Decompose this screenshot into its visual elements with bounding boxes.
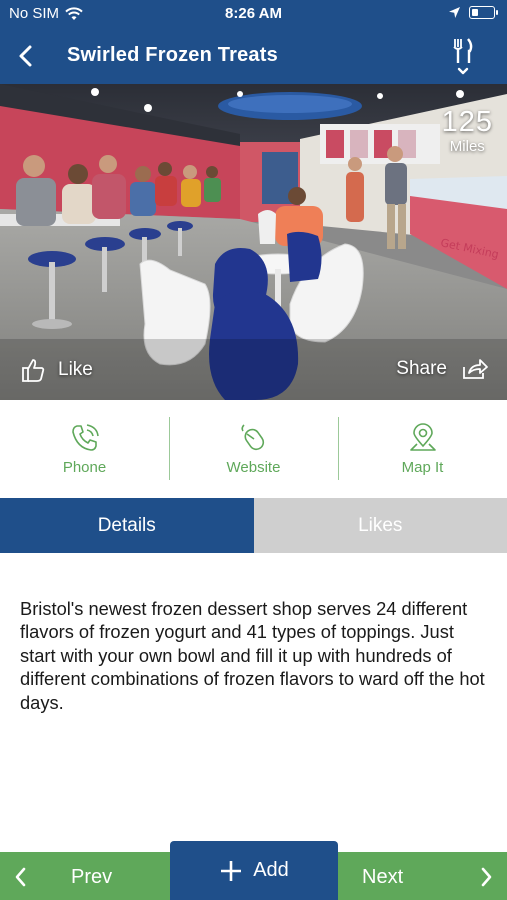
prev-label: Prev <box>71 866 113 888</box>
tab-details[interactable]: Details <box>0 498 254 553</box>
mouse-icon <box>240 424 264 451</box>
phone-icon <box>71 424 99 451</box>
distance-value: 125 <box>441 106 493 138</box>
battery-icon <box>469 6 498 19</box>
chevron-left-icon <box>15 867 26 887</box>
plus-icon <box>221 860 242 881</box>
fork-knife-icon <box>453 38 473 75</box>
share-arrow-icon <box>463 359 488 379</box>
phone-button[interactable]: Phone <box>0 400 169 498</box>
chevron-left-icon <box>19 45 32 67</box>
back-button[interactable] <box>14 41 38 71</box>
hero-photo: Get Mixing 125 Miles Like Share <box>0 84 507 400</box>
share-label: Share <box>396 358 447 379</box>
like-label: Like <box>58 359 93 380</box>
description-text: Bristol's newest frozen dessert shop ser… <box>20 598 485 713</box>
map-it-label: Map It <box>401 459 444 476</box>
status-time: 8:26 AM <box>225 5 282 22</box>
category-menu-button[interactable] <box>451 36 475 80</box>
thumbs-up-icon <box>22 359 45 382</box>
next-button[interactable]: Next <box>337 852 507 900</box>
website-button[interactable]: Website <box>169 400 338 498</box>
add-label: Add <box>253 859 289 881</box>
map-it-button[interactable]: Map It <box>338 400 507 498</box>
distance-unit: Miles <box>449 138 485 155</box>
next-label: Next <box>362 866 404 888</box>
location-arrow-icon <box>449 7 460 18</box>
chevron-right-icon <box>481 867 492 887</box>
distance-badge: 125 Miles <box>441 106 493 156</box>
like-button[interactable]: Like <box>20 357 93 383</box>
tab-likes[interactable]: Likes <box>253 498 507 553</box>
website-label: Website <box>226 459 281 476</box>
add-button[interactable]: Add <box>170 841 338 900</box>
shop-interior-image: Get Mixing <box>0 84 507 400</box>
app-header: Swirled Frozen Treats <box>0 28 507 84</box>
status-bar: No SIM 8:26 AM <box>0 0 507 28</box>
status-right <box>448 6 498 19</box>
action-row: Phone Website Map It <box>0 400 507 498</box>
detail-tabs: Details Likes <box>0 498 507 553</box>
map-pin-icon <box>409 423 436 451</box>
phone-label: Phone <box>62 459 107 476</box>
page-title: Swirled Frozen Treats <box>67 44 278 66</box>
share-button[interactable]: Share <box>396 357 489 381</box>
prev-button[interactable]: Prev <box>0 852 170 900</box>
